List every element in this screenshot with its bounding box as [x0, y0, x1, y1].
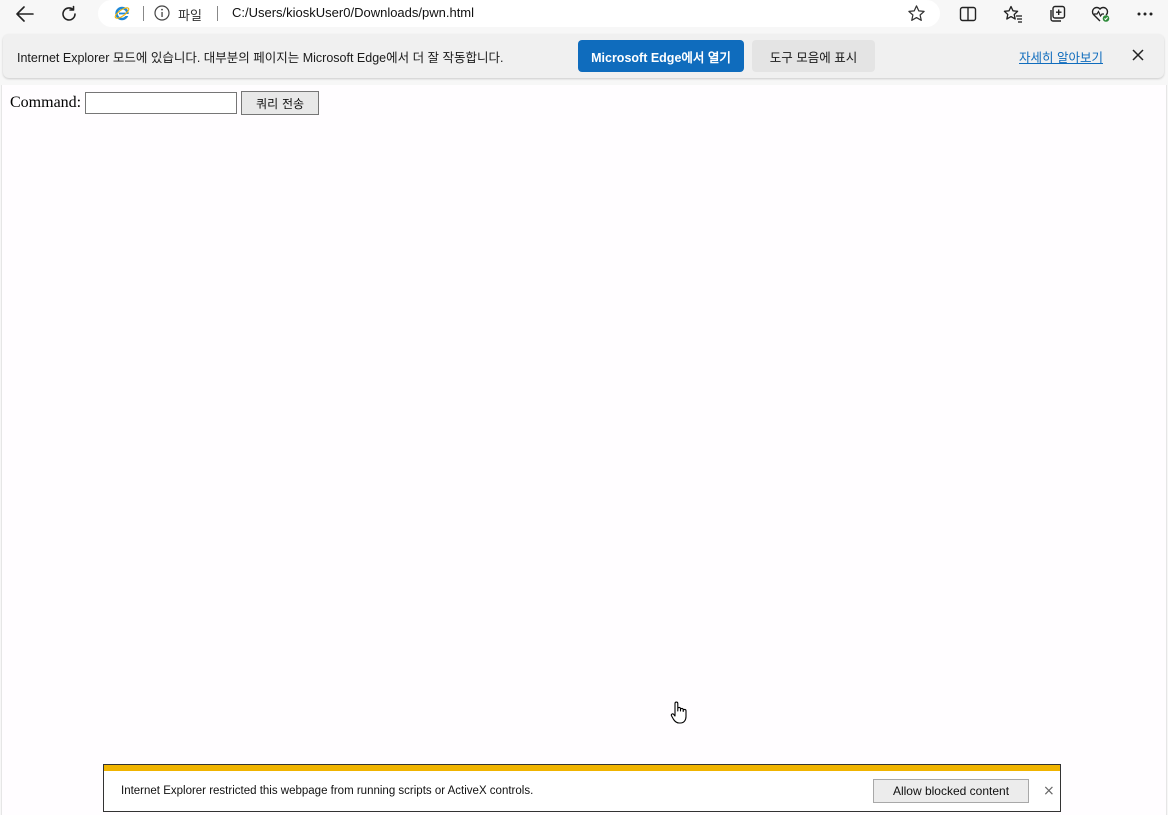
collections-button[interactable] — [1040, 0, 1074, 28]
blocked-content-notification: Internet Explorer restricted this webpag… — [103, 764, 1061, 812]
refresh-button[interactable] — [52, 0, 86, 28]
collections-icon — [1050, 5, 1066, 22]
ie-mode-message: Internet Explorer 모드에 있습니다. 대부분의 페이지는 Mi… — [17, 51, 504, 65]
notification-close-icon[interactable]: × — [1043, 784, 1055, 798]
command-form: Command: 쿼리 전송 — [10, 91, 320, 115]
command-label: Command: — [10, 94, 82, 111]
back-button[interactable] — [8, 0, 42, 28]
address-separator — [143, 6, 144, 21]
hand-cursor-icon — [670, 701, 687, 724]
refresh-icon — [62, 5, 76, 21]
open-in-edge-button[interactable]: Microsoft Edge에서 열기 — [578, 40, 744, 72]
page-content: Command: 쿼리 전송 — [1, 85, 1167, 815]
allow-blocked-content-button[interactable]: Allow blocked content — [873, 779, 1029, 803]
browser-essentials-icon — [1091, 6, 1110, 22]
site-info-label[interactable]: 파일 — [178, 5, 202, 24]
split-screen-icon — [959, 6, 977, 22]
more-button[interactable] — [1128, 0, 1162, 28]
browser-toolbar: 파일 C:/Users/kioskUser0/Downloads/pwn.htm… — [0, 0, 1168, 30]
show-in-toolbar-button[interactable]: 도구 모음에 표시 — [752, 40, 875, 72]
arrow-left-icon — [16, 6, 34, 22]
notification-message: Internet Explorer restricted this webpag… — [121, 785, 534, 797]
learn-more-link[interactable]: 자세히 알아보기 — [1019, 47, 1103, 66]
ie-mode-infobar: Internet Explorer 모드에 있습니다. 대부분의 페이지는 Mi… — [3, 34, 1164, 78]
address-bar[interactable]: 파일 C:/Users/kioskUser0/Downloads/pwn.htm… — [98, 0, 940, 27]
favorites-icon — [1003, 5, 1022, 23]
favorites-button[interactable] — [996, 0, 1030, 28]
notification-stripe — [104, 765, 1060, 771]
url-text[interactable]: C:/Users/kioskUser0/Downloads/pwn.html — [232, 5, 474, 20]
more-icon — [1137, 12, 1153, 16]
close-icon[interactable] — [1131, 48, 1145, 62]
command-input[interactable] — [85, 92, 238, 114]
internet-explorer-icon — [114, 6, 130, 21]
browser-essentials-button[interactable] — [1084, 0, 1118, 28]
star-icon[interactable] — [907, 4, 926, 23]
address-separator — [217, 6, 218, 21]
info-icon[interactable] — [154, 5, 170, 21]
split-screen-button[interactable] — [951, 0, 985, 28]
submit-query-button[interactable]: 쿼리 전송 — [241, 91, 320, 115]
